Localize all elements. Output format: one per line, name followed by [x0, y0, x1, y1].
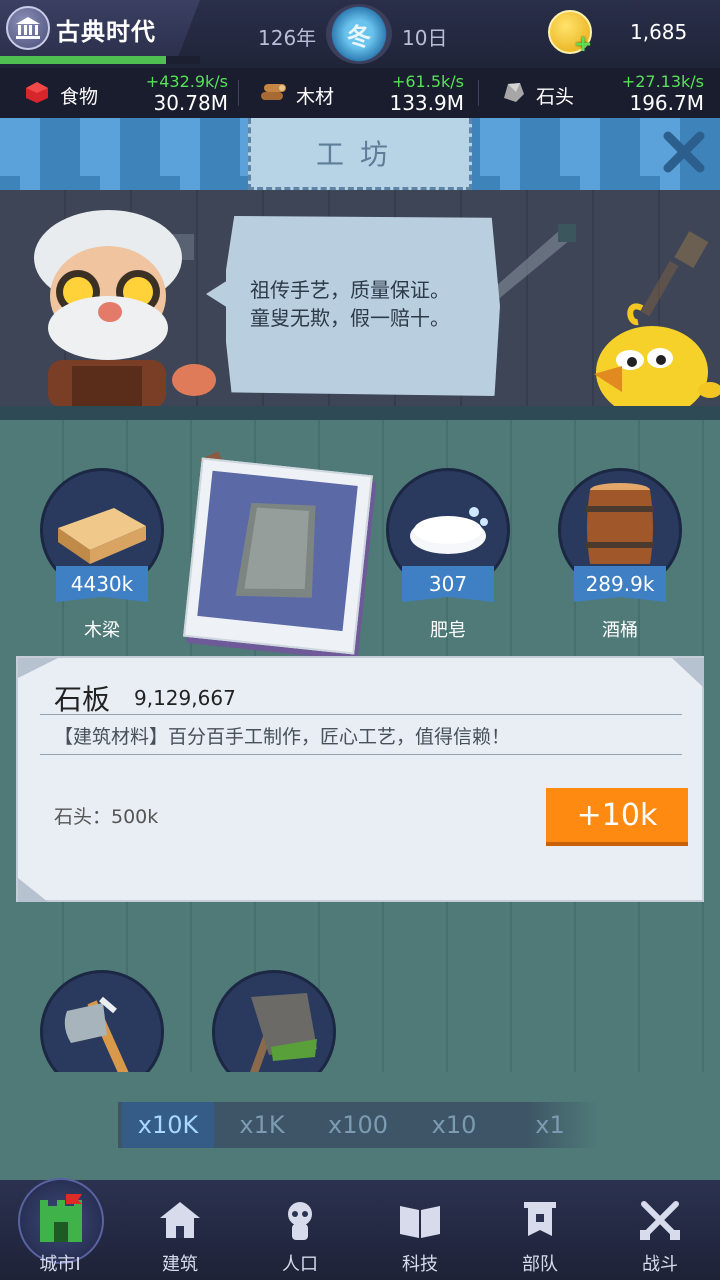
nav-label: 建筑	[162, 1254, 198, 1275]
day-label: 10日	[402, 26, 448, 50]
item-name: 木梁	[84, 620, 120, 641]
barrel-icon	[586, 483, 654, 564]
season-badge[interactable]: 冬	[326, 4, 392, 64]
nav-population[interactable]: 人口	[240, 1180, 360, 1280]
stone-slab-icon	[235, 502, 316, 598]
era-progress-fill	[0, 56, 166, 64]
era-progress-bar	[0, 56, 200, 64]
item-detail-description: 【建筑材料】百分百手工制作，匠心工艺，值得信赖！	[54, 726, 511, 748]
item-barrel[interactable]: 289.9k 酒桶	[558, 468, 682, 641]
paper-corner	[18, 658, 58, 678]
item-value: 289.9k	[585, 572, 655, 596]
item-stone-slab-selected[interactable]	[183, 457, 373, 655]
multiplier-label: x10	[431, 1111, 477, 1139]
item-soap[interactable]: 307 肥皂	[386, 468, 510, 641]
nav-city[interactable]: 城市I	[0, 1180, 120, 1280]
scene-floor	[0, 406, 720, 420]
wood-beam-icon	[58, 508, 146, 564]
multiplier-x1k[interactable]: x1K	[216, 1102, 308, 1148]
item-slot	[197, 470, 358, 632]
nav-label: 部队	[522, 1254, 558, 1275]
army-banner-icon	[524, 1202, 556, 1236]
multiplier-x10k[interactable]: x10K	[122, 1102, 214, 1148]
craft-button[interactable]: +10k	[546, 788, 688, 846]
nav-army[interactable]: 部队	[480, 1180, 600, 1280]
top-bar: 古典时代 126年 冬 10日 + 1,685	[0, 0, 720, 68]
season-label: 冬	[347, 22, 371, 51]
item-name: 肥皂	[430, 620, 466, 641]
item-wood-beam[interactable]: 4430k 木梁	[40, 468, 164, 641]
item-value: 4430k	[70, 572, 134, 596]
multiplier-x1[interactable]: x1	[504, 1102, 596, 1148]
dialog-line: 童叟无欺，假一赔十。	[250, 306, 450, 330]
item-value: 307	[428, 572, 468, 596]
resource-rate: +27.13k/s	[621, 72, 704, 91]
item-value-ribbon: 289.9k	[574, 566, 666, 602]
npc-dialog: 祖传手艺，质量保证。 童叟无欺，假一赔十。	[250, 276, 490, 332]
nav-label: 科技	[402, 1254, 438, 1275]
close-icon	[663, 131, 705, 173]
elder-craftsman-npc	[34, 210, 216, 408]
year-label: 126年	[258, 26, 317, 50]
tech-book-icon	[400, 1206, 440, 1238]
craft-button-label: +10k	[576, 797, 658, 833]
resource-name: 石头	[536, 86, 575, 108]
add-coins-icon[interactable]: +	[574, 32, 592, 57]
multiplier-label: x1	[535, 1111, 565, 1139]
multiplier-x100[interactable]: x100	[312, 1102, 404, 1148]
close-button[interactable]	[660, 128, 708, 176]
resource-bar: 食物 +432.9k/s 30.78M 木材 +61.5k/s 133.9M 石…	[0, 68, 720, 120]
resource-name: 木材	[296, 86, 335, 108]
resource-name: 食物	[60, 86, 99, 108]
nav-label: 城市I	[39, 1254, 81, 1275]
soap-icon	[410, 507, 488, 554]
speech-bubble-tail	[206, 280, 228, 308]
population-icon	[288, 1202, 312, 1240]
multiplier-bar: x10K x1K x100 x10 x1	[118, 1102, 598, 1148]
resource-total: 30.78M	[153, 91, 228, 115]
food-icon	[26, 82, 48, 103]
stone-tool-icon	[244, 993, 317, 1085]
multiplier-label: x1K	[239, 1111, 285, 1139]
resource-wood[interactable]: 木材 +61.5k/s 133.9M	[236, 68, 468, 118]
resource-food[interactable]: 食物 +432.9k/s 30.78M	[0, 68, 232, 118]
city-icon	[40, 1194, 82, 1242]
yellow-bird-npc	[594, 303, 720, 408]
item-detail-card: 石板 9,129,667 【建筑材料】百分百手工制作，匠心工艺，值得信赖！ 石头…	[16, 656, 704, 902]
workshop-title: 工坊	[315, 137, 404, 171]
item-value-ribbon: 4430k	[56, 566, 148, 602]
dialog-line: 祖传手艺，质量保证。	[250, 278, 450, 302]
workshop-title-plate: 工坊	[248, 118, 472, 190]
item-value-ribbon: 307	[402, 566, 494, 602]
wood-icon	[261, 84, 286, 100]
paper-corner	[18, 878, 48, 902]
nav-battle[interactable]: 战斗	[600, 1180, 720, 1280]
stone-icon	[504, 83, 524, 102]
resource-total: 196.7M	[629, 91, 704, 115]
item-detail-count: 9,129,667	[134, 686, 236, 710]
battle-swords-icon	[640, 1201, 680, 1240]
building-icon	[160, 1202, 200, 1238]
temple-icon[interactable]	[6, 6, 50, 50]
multiplier-x10[interactable]: x10	[408, 1102, 500, 1148]
item-detail-cost: 石头：500k	[54, 806, 159, 828]
nav-label: 战斗	[642, 1254, 678, 1275]
coin-count: 1,685	[630, 20, 688, 44]
resource-rate: +432.9k/s	[145, 72, 228, 91]
multiplier-label: x100	[327, 1111, 388, 1139]
nav-label: 人口	[282, 1254, 318, 1275]
paper-corner	[672, 658, 704, 688]
resource-total: 133.9M	[389, 91, 464, 115]
resource-stone[interactable]: 石头 +27.13k/s 196.7M	[476, 68, 708, 118]
divider	[40, 754, 682, 755]
nav-building[interactable]: 建筑	[120, 1180, 240, 1280]
era-title: 古典时代	[56, 18, 156, 46]
item-detail-title: 石板	[54, 683, 111, 716]
divider	[40, 714, 682, 715]
resource-rate: +61.5k/s	[391, 72, 464, 91]
item-name: 酒桶	[602, 620, 638, 641]
multiplier-label: x10K	[137, 1111, 199, 1139]
nav-tech[interactable]: 科技	[360, 1180, 480, 1280]
